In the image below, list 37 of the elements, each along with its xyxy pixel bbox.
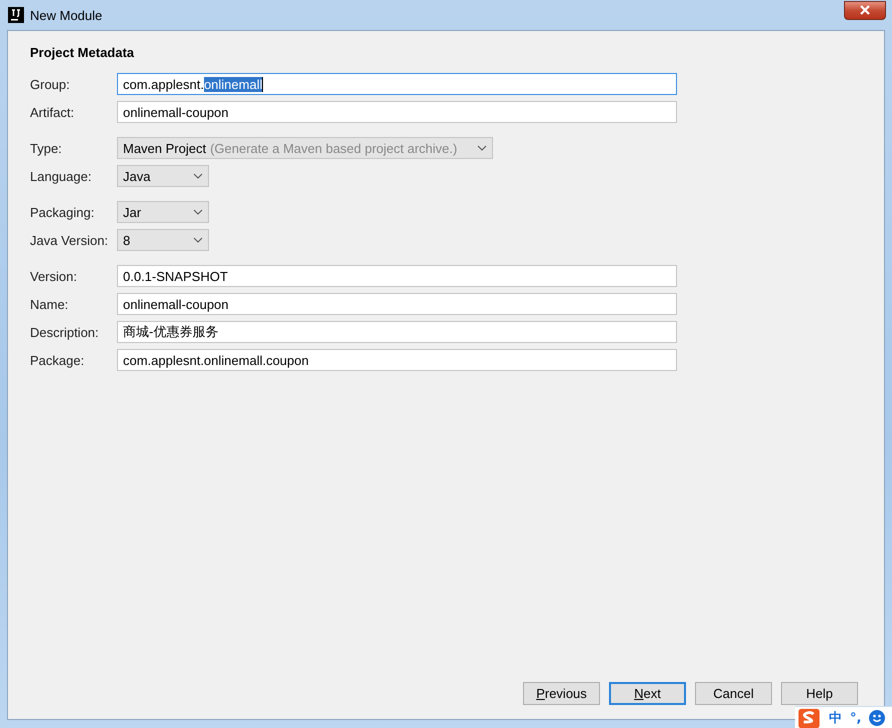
dropdown[interactable]: Jar: [117, 201, 209, 223]
dropdown[interactable]: Java: [117, 165, 209, 187]
dialog-button[interactable]: Help: [781, 682, 858, 705]
field-label: Artifact:: [30, 104, 76, 120]
dialog-button[interactable]: Previous: [523, 682, 600, 705]
chevron-down-icon: [193, 209, 203, 215]
ime-mode[interactable]: 中: [829, 709, 842, 727]
input-field[interactable]: onlinemall-coupon: [117, 293, 677, 315]
dropdown[interactable]: Maven Project (Generate a Maven based project archive.): [117, 137, 493, 159]
chevron-down-icon: [477, 145, 487, 151]
field-label: Type:: [30, 140, 63, 156]
field-label: Packaging:: [30, 204, 96, 220]
dialog-button[interactable]: Next: [609, 682, 686, 705]
input-field[interactable]: 商城-优惠券服务: [117, 321, 677, 343]
field-label: Language:: [30, 168, 92, 184]
chevron-down-icon: [193, 237, 203, 243]
dialog-button[interactable]: Cancel: [695, 682, 772, 705]
chevron-down-icon: [193, 173, 203, 179]
input-field[interactable]: onlinemall-coupon: [117, 101, 677, 123]
field-label: Version:: [30, 268, 78, 284]
close-icon: [859, 5, 871, 15]
input-field[interactable]: com.applesnt.onlinemall: [117, 73, 677, 95]
field-label: Group:: [30, 76, 71, 92]
window-title: New Module: [30, 8, 102, 22]
input-field[interactable]: com.applesnt.onlinemall.coupon: [117, 349, 677, 371]
field-label: Description:: [30, 324, 100, 340]
app-logo-icon: [8, 7, 24, 23]
field-label: Java Version:: [30, 232, 110, 248]
field-label: Name:: [30, 296, 70, 312]
smiley-icon[interactable]: [869, 710, 886, 726]
section-title: Project Metadata: [30, 45, 136, 60]
close-button[interactable]: [844, 0, 886, 20]
field-label: Package:: [30, 352, 86, 368]
dropdown[interactable]: 8: [117, 229, 209, 251]
input-field[interactable]: 0.0.1-SNAPSHOT: [117, 265, 677, 287]
ime-punctuation[interactable]: °,: [850, 710, 862, 726]
ime-logo-icon[interactable]: [797, 708, 821, 728]
